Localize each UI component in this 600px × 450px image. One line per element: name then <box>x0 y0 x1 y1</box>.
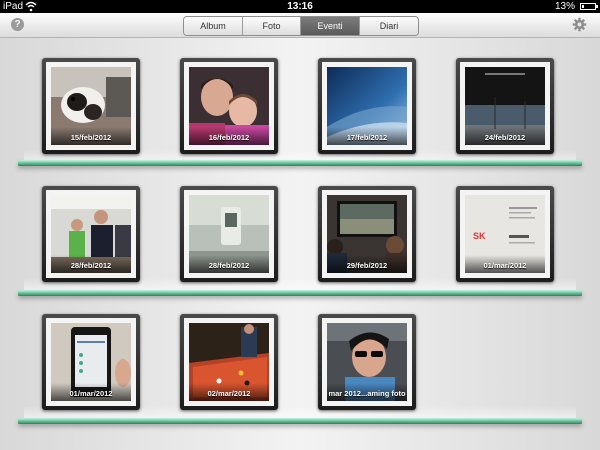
svg-text:SK: SK <box>473 231 486 241</box>
event-tile[interactable]: 02/mar/2012 <box>180 314 278 410</box>
event-date: 15/feb/2012 <box>51 127 131 145</box>
event-photo-office-people: 28/feb/2012 <box>51 195 131 273</box>
tab-eventi[interactable]: Eventi <box>301 17 360 35</box>
event-date: 28/feb/2012 <box>189 255 269 273</box>
shelf-2 <box>18 290 582 296</box>
event-photo-blue-wallpaper: 17/feb/2012 <box>327 67 407 145</box>
event-tile[interactable]: 28/feb/2012 <box>42 186 140 282</box>
event-tile[interactable]: 28/feb/2012 <box>180 186 278 282</box>
event-date: 29/feb/2012 <box>327 255 407 273</box>
event-date: 17/feb/2012 <box>327 127 407 145</box>
event-tile[interactable]: 24/feb/2012 <box>456 58 554 154</box>
battery-percent: 13% <box>554 1 575 12</box>
status-bar: iPad 13:16 13% <box>0 0 600 13</box>
event-photo-people: 16/feb/2012 <box>189 67 269 145</box>
event-date: 16/feb/2012 <box>189 127 269 145</box>
event-photo-business-card: SK 01/mar/2012 <box>465 195 545 273</box>
tab-album[interactable]: Album <box>184 17 243 35</box>
event-tile[interactable]: 15/feb/2012 <box>42 58 140 154</box>
event-tile[interactable]: 01/mar/2012 <box>42 314 140 410</box>
clock: 13:16 <box>287 1 313 12</box>
event-photo-dark-street: 24/feb/2012 <box>465 67 545 145</box>
event-photo-selfie-car: mar 2012...aming foto <box>327 323 407 401</box>
event-date: 01/mar/2012 <box>51 383 131 401</box>
event-photo-monitor-meeting: 29/feb/2012 <box>327 195 407 273</box>
event-date: 02/mar/2012 <box>189 383 269 401</box>
event-tile[interactable]: SK 01/mar/2012 <box>456 186 554 282</box>
help-button[interactable]: ? <box>11 18 24 31</box>
tab-diari[interactable]: Diari <box>360 17 418 35</box>
toolbar: ? Album Foto Eventi Diari <box>0 13 600 38</box>
event-photo-pool-table: 02/mar/2012 <box>189 323 269 401</box>
event-tile[interactable]: 17/feb/2012 <box>318 58 416 154</box>
event-tile[interactable]: mar 2012...aming foto <box>318 314 416 410</box>
shelf-1 <box>18 160 582 166</box>
event-photo-dog: 15/feb/2012 <box>51 67 131 145</box>
event-tile[interactable]: 29/feb/2012 <box>318 186 416 282</box>
event-photo-blurry-device: 28/feb/2012 <box>189 195 269 273</box>
gear-icon[interactable] <box>572 17 587 32</box>
view-segmented-control: Album Foto Eventi Diari <box>183 16 419 36</box>
event-photo-phone-screen: 01/mar/2012 <box>51 323 131 401</box>
shelf-3 <box>18 418 582 424</box>
event-date: mar 2012...aming foto <box>327 383 407 401</box>
battery-icon <box>580 3 598 10</box>
event-tile[interactable]: 16/feb/2012 <box>180 58 278 154</box>
tab-foto[interactable]: Foto <box>243 17 301 35</box>
event-date: 28/feb/2012 <box>51 255 131 273</box>
event-date: 01/mar/2012 <box>465 255 545 273</box>
event-date: 24/feb/2012 <box>465 127 545 145</box>
